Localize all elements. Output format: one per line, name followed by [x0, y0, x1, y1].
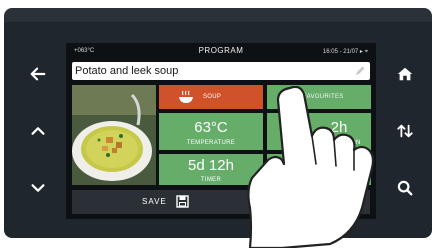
star-icon	[282, 91, 294, 103]
clock-date: 16:05 - 21/07 ▸ ⌖	[322, 49, 368, 55]
extra-tile[interactable]	[267, 154, 371, 185]
duration-label: DURATION	[327, 140, 361, 146]
soup-photo-image	[72, 85, 156, 185]
sort-arrows-icon	[397, 124, 413, 138]
pencil-icon[interactable]	[354, 65, 366, 77]
timer-label: TIMER	[200, 177, 222, 183]
save-label: SAVE	[142, 197, 167, 206]
duration-tile[interactable]: 2h DURATION	[267, 113, 371, 150]
start-label: START	[287, 197, 318, 206]
home-button[interactable]	[391, 60, 419, 88]
favourites-label: FAVOURITES	[303, 94, 344, 100]
category-label: SOUP	[203, 94, 222, 100]
device-top-edge	[4, 8, 432, 22]
chevron-down-icon	[31, 184, 45, 192]
soup-bowl-icon	[179, 90, 193, 103]
timer-value: 5d 12h	[188, 157, 234, 174]
start-button[interactable]: START	[266, 190, 370, 214]
action-bar: SAVE START	[72, 190, 370, 214]
temperature-value: 63°C	[194, 119, 228, 136]
play-icon	[341, 197, 350, 207]
back-arrow-icon	[30, 67, 46, 81]
timer-tile[interactable]: 5d 12h TIMER	[159, 154, 263, 185]
category-tile[interactable]: SOUP	[159, 85, 263, 109]
home-icon	[397, 67, 413, 81]
temperature-tile[interactable]: 63°C TEMPERATURE	[159, 113, 263, 150]
duration-value: 2h	[330, 119, 348, 136]
status-bar: +063°C PROGRAM 16:05 - 21/07 ▸ ⌖	[66, 43, 376, 60]
save-button[interactable]: SAVE	[72, 190, 266, 214]
scroll-down-button[interactable]	[24, 174, 52, 202]
favourites-tile[interactable]: FAVOURITES	[267, 85, 371, 109]
search-button[interactable]	[391, 174, 419, 202]
recipe-name-field[interactable]: Potato and leek soup	[72, 62, 370, 80]
sort-button[interactable]	[391, 117, 419, 145]
recipe-photo	[72, 85, 156, 185]
scroll-up-button[interactable]	[24, 117, 52, 145]
search-icon	[397, 180, 413, 196]
floppy-disk-icon	[176, 195, 189, 208]
touch-screen: +063°C PROGRAM 16:05 - 21/07 ▸ ⌖ Potato …	[66, 43, 376, 219]
recipe-name: Potato and leek soup	[75, 65, 179, 77]
temperature-label: TEMPERATURE	[186, 140, 236, 146]
chevron-up-icon	[31, 127, 45, 135]
back-button[interactable]	[24, 60, 52, 88]
